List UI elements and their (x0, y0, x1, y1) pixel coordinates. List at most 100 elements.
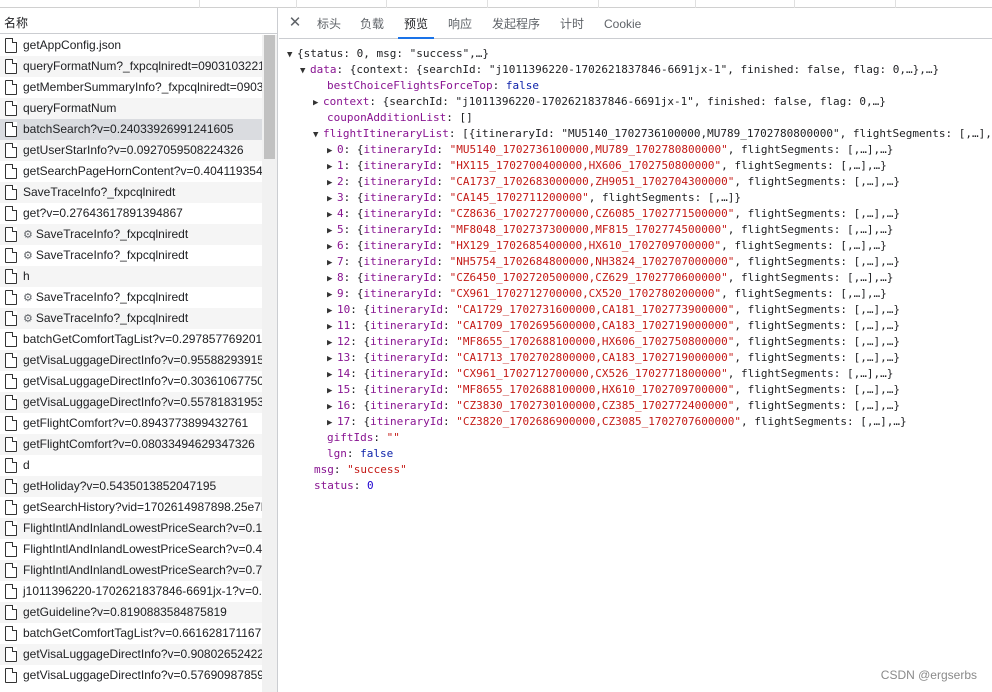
request-name: getSearchHistory?vid=1702614987898.25e7l… (23, 500, 262, 514)
request-row[interactable]: getUserStarInfo?v=0.0927059508224326 (0, 140, 262, 161)
itinerary-item[interactable]: ▶ 0: {itineraryId: "MU5140_1702736100000,… (327, 142, 893, 158)
request-row[interactable]: FlightIntlAndInlandLowestPriceSearch?v=0… (0, 539, 262, 560)
request-row[interactable]: SaveTraceInfo?_fxpcqlniredt (0, 182, 262, 203)
triangle-right-icon[interactable]: ▶ (327, 159, 337, 175)
scrollbar-thumb[interactable] (264, 35, 275, 159)
request-row[interactable]: queryFormatNum (0, 98, 262, 119)
request-row[interactable]: ⚙ SaveTraceInfo?_fxpcqlniredt (0, 245, 262, 266)
name-column-header[interactable]: 名称 (0, 8, 277, 34)
itinerary-item[interactable]: ▶ 13: {itineraryId: "CA1713_1702702800000… (327, 350, 900, 366)
request-row[interactable]: getVisaLuggageDirectInfo?v=0.90802652422 (0, 644, 262, 665)
tab-response[interactable]: 响应 (442, 8, 478, 39)
triangle-right-icon[interactable]: ▶ (327, 223, 337, 239)
tab-initiator[interactable]: 发起程序 (486, 8, 546, 39)
triangle-right-icon[interactable]: ▶ (327, 383, 337, 399)
top-toolbar-strip (0, 0, 992, 8)
itinerary-item[interactable]: ▶ 3: {itineraryId: "CA145_1702711200000",… (327, 190, 741, 206)
request-row[interactable]: batchGetComfortTagList?v=0.661628171167 (0, 623, 262, 644)
document-icon (5, 668, 17, 683)
itinerary-item[interactable]: ▶ 2: {itineraryId: "CA1737_1702683000000,… (327, 174, 900, 190)
request-row[interactable]: queryFormatNum?_fxpcqlniredt=0903103221 (0, 56, 262, 77)
triangle-right-icon[interactable]: ▶ (327, 143, 337, 159)
itinerary-item[interactable]: ▶ 1: {itineraryId: "HX115_1702700400000,H… (327, 158, 887, 174)
request-row[interactable]: j1011396220-1702621837846-6691jx-1?v=0. (0, 581, 262, 602)
triangle-right-icon[interactable]: ▶ (327, 191, 337, 207)
close-icon[interactable]: ✕ (287, 14, 303, 32)
triangle-right-icon[interactable]: ▶ (327, 335, 337, 351)
tree-node-data[interactable]: ▼ data: {context: {searchId: "j1011396220… (300, 62, 939, 78)
request-name: getUserStarInfo?v=0.0927059508224326 (23, 143, 244, 157)
itinerary-item[interactable]: ▶ 6: {itineraryId: "HX129_1702685400000,H… (327, 238, 887, 254)
request-row[interactable]: FlightIntlAndInlandLowestPriceSearch?v=0… (0, 518, 262, 539)
document-icon (5, 59, 17, 74)
document-icon (5, 38, 17, 53)
itinerary-item[interactable]: ▶ 4: {itineraryId: "CZ8636_1702727700000,… (327, 206, 900, 222)
request-row[interactable]: getFlightComfort?v=0.8943773899432761 (0, 413, 262, 434)
triangle-right-icon[interactable]: ▶ (327, 271, 337, 287)
request-row[interactable]: batchGetComfortTagList?v=0.2978577692012 (0, 329, 262, 350)
itinerary-item[interactable]: ▶ 5: {itineraryId: "MF8048_1702737300000,… (327, 222, 893, 238)
document-icon (5, 542, 17, 557)
request-row[interactable]: getVisaLuggageDirectInfo?v=0.57690987859 (0, 665, 262, 686)
tab-headers[interactable]: 标头 (311, 8, 347, 39)
triangle-right-icon[interactable]: ▶ (327, 239, 337, 255)
itinerary-item[interactable]: ▶ 8: {itineraryId: "CZ6450_1702720500000,… (327, 270, 893, 286)
itinerary-item[interactable]: ▶ 15: {itineraryId: "MF8655_1702688100000… (327, 382, 900, 398)
triangle-right-icon[interactable]: ▶ (327, 175, 337, 191)
request-row[interactable]: FlightIntlAndInlandLowestPriceSearch?v=0… (0, 560, 262, 581)
request-name: getFlightComfort?v=0.8943773899432761 (23, 416, 249, 430)
triangle-right-icon[interactable]: ▶ (327, 399, 337, 415)
triangle-down-icon[interactable]: ▼ (300, 63, 310, 79)
request-row[interactable]: getVisaLuggageDirectInfo?v=0.55781831953 (0, 392, 262, 413)
request-row[interactable]: ⚙ SaveTraceInfo?_fxpcqlniredt (0, 224, 262, 245)
tab-cookies[interactable]: Cookie (598, 8, 647, 39)
triangle-right-icon[interactable]: ▶ (327, 319, 337, 335)
tab-timing[interactable]: 计时 (554, 8, 590, 39)
request-row[interactable]: ⚙ SaveTraceInfo?_fxpcqlniredt (0, 308, 262, 329)
triangle-right-icon[interactable]: ▶ (327, 415, 337, 431)
itinerary-item[interactable]: ▶ 10: {itineraryId: "CA1729_1702731600000… (327, 302, 900, 318)
request-row[interactable]: getVisaLuggageDirectInfo?v=0.95588293915 (0, 350, 262, 371)
request-name: j1011396220-1702621837846-6691jx-1?v=0. (23, 584, 262, 598)
itinerary-item[interactable]: ▶ 9: {itineraryId: "CX961_1702712700000,C… (327, 286, 887, 302)
triangle-right-icon[interactable]: ▶ (327, 255, 337, 271)
tree-node-flight-itinerary-list[interactable]: ▼ flightItineraryList: [{itineraryId: "MU… (313, 126, 992, 142)
network-request-list-panel: 名称 getAppConfig.json queryFormatNum?_fxpc… (0, 8, 278, 692)
itinerary-item[interactable]: ▶ 12: {itineraryId: "MF8655_1702688100000… (327, 334, 900, 350)
request-row[interactable]: getFlightComfort?v=0.08033494629347326 (0, 434, 262, 455)
triangle-right-icon[interactable]: ▶ (327, 367, 337, 383)
request-row[interactable]: get?v=0.27643617891394867 (0, 203, 262, 224)
document-icon (5, 143, 17, 158)
triangle-right-icon[interactable]: ▶ (327, 287, 337, 303)
tree-node-root[interactable]: ▼ {status: 0, msg: "success",…} (287, 46, 489, 62)
request-row[interactable]: getSearchPageHornContent?v=0.40411935424 (0, 161, 262, 182)
triangle-down-icon[interactable]: ▼ (287, 47, 297, 63)
itinerary-item[interactable]: ▶ 14: {itineraryId: "CX961_1702712700000,… (327, 366, 893, 382)
itinerary-item[interactable]: ▶ 7: {itineraryId: "NH5754_1702684800000,… (327, 254, 900, 270)
request-list-scrollbar[interactable] (262, 35, 277, 692)
document-icon (5, 101, 17, 116)
document-icon (5, 164, 17, 179)
itinerary-item[interactable]: ▶ 16: {itineraryId: "CZ3830_1702730100000… (327, 398, 900, 414)
tree-node-context[interactable]: ▶ context: {searchId: "j1011396220-170262… (313, 94, 886, 110)
request-row[interactable]: getGuideline?v=0.8190883584875819 (0, 602, 262, 623)
itinerary-item[interactable]: ▶ 17: {itineraryId: "CZ3820_1702686900000… (327, 414, 907, 430)
triangle-down-icon[interactable]: ▼ (313, 127, 323, 143)
request-row[interactable]: d (0, 455, 262, 476)
triangle-right-icon[interactable]: ▶ (327, 207, 337, 223)
request-row[interactable]: getAppConfig.json (0, 35, 262, 56)
triangle-right-icon[interactable]: ▶ (313, 95, 323, 111)
request-row[interactable]: getVisaLuggageDirectInfo?v=0.30361067750 (0, 371, 262, 392)
request-row[interactable]: getMemberSummaryInfo?_fxpcqlniredt=0903 (0, 77, 262, 98)
request-row[interactable]: ⚙ SaveTraceInfo?_fxpcqlniredt (0, 287, 262, 308)
request-row[interactable]: getSearchHistory?vid=1702614987898.25e7l… (0, 497, 262, 518)
gear-icon: ⚙ (23, 292, 33, 304)
triangle-right-icon[interactable]: ▶ (327, 303, 337, 319)
itinerary-item[interactable]: ▶ 11: {itineraryId: "CA1709_1702695600000… (327, 318, 900, 334)
triangle-right-icon[interactable]: ▶ (327, 351, 337, 367)
request-row[interactable]: h (0, 266, 262, 287)
request-row[interactable]: batchSearch?v=0.24033926991241605 (0, 119, 262, 140)
tab-payload[interactable]: 负载 (354, 8, 390, 39)
tab-preview[interactable]: 预览 (398, 8, 435, 39)
request-row[interactable]: getHoliday?v=0.5435013852047195 (0, 476, 262, 497)
